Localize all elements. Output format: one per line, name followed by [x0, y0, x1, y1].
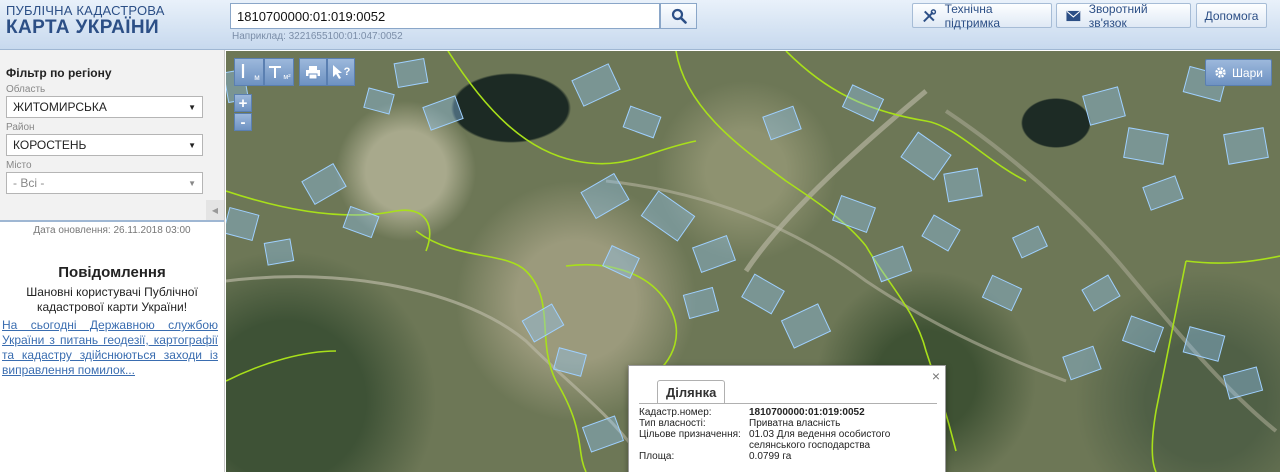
dropdown-arrow-icon: ▼	[188, 178, 196, 188]
region-filter: Фільтр по регіону Область ЖИТОМИРСЬКА ▼ …	[0, 50, 224, 222]
area-unit: м²	[283, 73, 291, 81]
district-value: КОРОСТЕНЬ	[13, 138, 87, 152]
logo-line2: КАРТА УКРАЇНИ	[6, 17, 160, 38]
popup-key: Кадастр.номер:	[639, 407, 712, 418]
parcel-popup: × Ділянка Кадастр.номер: 1810700000:01:0…	[628, 365, 946, 472]
filter-title: Фільтр по регіону	[6, 66, 112, 80]
popup-row-cadastral: Кадастр.номер: 1810700000:01:019:0052	[639, 407, 937, 418]
print-button[interactable]	[299, 58, 327, 86]
search-input[interactable]	[230, 3, 660, 29]
district-label: Район	[6, 122, 35, 133]
zoom-in-button[interactable]: +	[234, 94, 252, 112]
identify-button[interactable]: ?	[327, 58, 355, 86]
length-unit: м	[254, 72, 260, 82]
zoom-out-button[interactable]: -	[234, 113, 252, 131]
support-button[interactable]: Технічна підтримка	[912, 1, 1052, 30]
popup-row-purpose: Цільове призначення: 01.03 Для ведення о…	[639, 429, 937, 451]
notice-title: Повідомлення	[58, 264, 166, 281]
ruler-area-icon	[269, 66, 282, 78]
sidebar-collapse-button[interactable]: ◀	[206, 200, 224, 220]
popup-value: 01.03 Для ведення особистого селянського…	[749, 429, 891, 451]
feedback-label: Зворотний зв'язок	[1088, 1, 1148, 30]
search-area: Наприклад: 3221655100:01:047:0052	[230, 3, 697, 42]
popup-key: Тип власності:	[639, 418, 706, 429]
logo-line1: ПУБЛІЧНА КАДАСТРОВА	[6, 3, 165, 18]
map-view[interactable]: м м² ? + - Шари × Ділянка Кадастр.номер:…	[226, 51, 1280, 472]
logo[interactable]: ПУБЛІЧНА КАДАСТРОВА КАРТА УКРАЇНИ	[6, 4, 165, 38]
city-value: - Всі -	[13, 176, 45, 190]
popup-value: 0.0799 га	[749, 451, 792, 462]
city-select[interactable]: - Всі - ▼	[6, 172, 203, 194]
city-label: Місто	[6, 160, 32, 171]
search-hint: Наприклад: 3221655100:01:047:0052	[232, 31, 403, 42]
tools-icon	[923, 8, 937, 22]
notice-text: Шановні користувачі Публічної кадастрово…	[26, 285, 198, 314]
update-date: Дата оновлення: 26.11.2018 03:00	[33, 225, 191, 236]
dropdown-arrow-icon: ▼	[188, 140, 196, 150]
popup-row-ownership: Тип власності: Приватна власність	[639, 418, 937, 429]
popup-value: Приватна власність	[749, 418, 841, 429]
popup-row-area: Площа: 0.0799 га	[639, 451, 937, 462]
popup-body: Кадастр.номер: 1810700000:01:019:0052 Ти…	[639, 403, 937, 472]
popup-key: Площа:	[639, 451, 675, 462]
envelope-icon	[1066, 10, 1081, 21]
measure-area-button[interactable]: м²	[264, 58, 294, 86]
popup-value: 1810700000:01:019:0052	[749, 407, 865, 418]
tab-parcel[interactable]: Ділянка	[657, 380, 726, 403]
search-button[interactable]	[660, 3, 697, 29]
close-icon[interactable]: ×	[932, 368, 940, 384]
gear-icon	[1215, 67, 1226, 78]
help-button[interactable]: Допомога	[1196, 3, 1267, 28]
layers-button[interactable]: Шари	[1204, 59, 1272, 86]
printer-icon	[306, 65, 320, 79]
feedback-button[interactable]: Зворотний зв'язок	[1056, 1, 1191, 30]
support-label: Технічна підтримка	[944, 1, 1001, 30]
help-label: Допомога	[1204, 8, 1259, 23]
region-value: ЖИТОМИРСЬКА	[13, 100, 107, 114]
cursor-question-icon	[332, 65, 342, 79]
sidebar: Фільтр по регіону Область ЖИТОМИРСЬКА ▼ …	[0, 50, 225, 472]
notice-link[interactable]: На сьогодні Державною службою України з …	[0, 318, 218, 378]
region-select[interactable]: ЖИТОМИРСЬКА ▼	[6, 96, 203, 118]
layers-label: Шари	[1231, 65, 1263, 80]
info-symbol: ?	[343, 66, 351, 78]
measure-length-button[interactable]: м	[234, 58, 264, 86]
ruler-length-icon	[242, 64, 245, 78]
search-icon	[671, 8, 687, 24]
header: ПУБЛІЧНА КАДАСТРОВА КАРТА УКРАЇНИ Наприк…	[0, 0, 1280, 50]
region-label: Область	[6, 84, 46, 95]
district-select[interactable]: КОРОСТЕНЬ ▼	[6, 134, 203, 156]
dropdown-arrow-icon: ▼	[188, 102, 196, 112]
chevron-left-icon: ◀	[211, 205, 219, 215]
